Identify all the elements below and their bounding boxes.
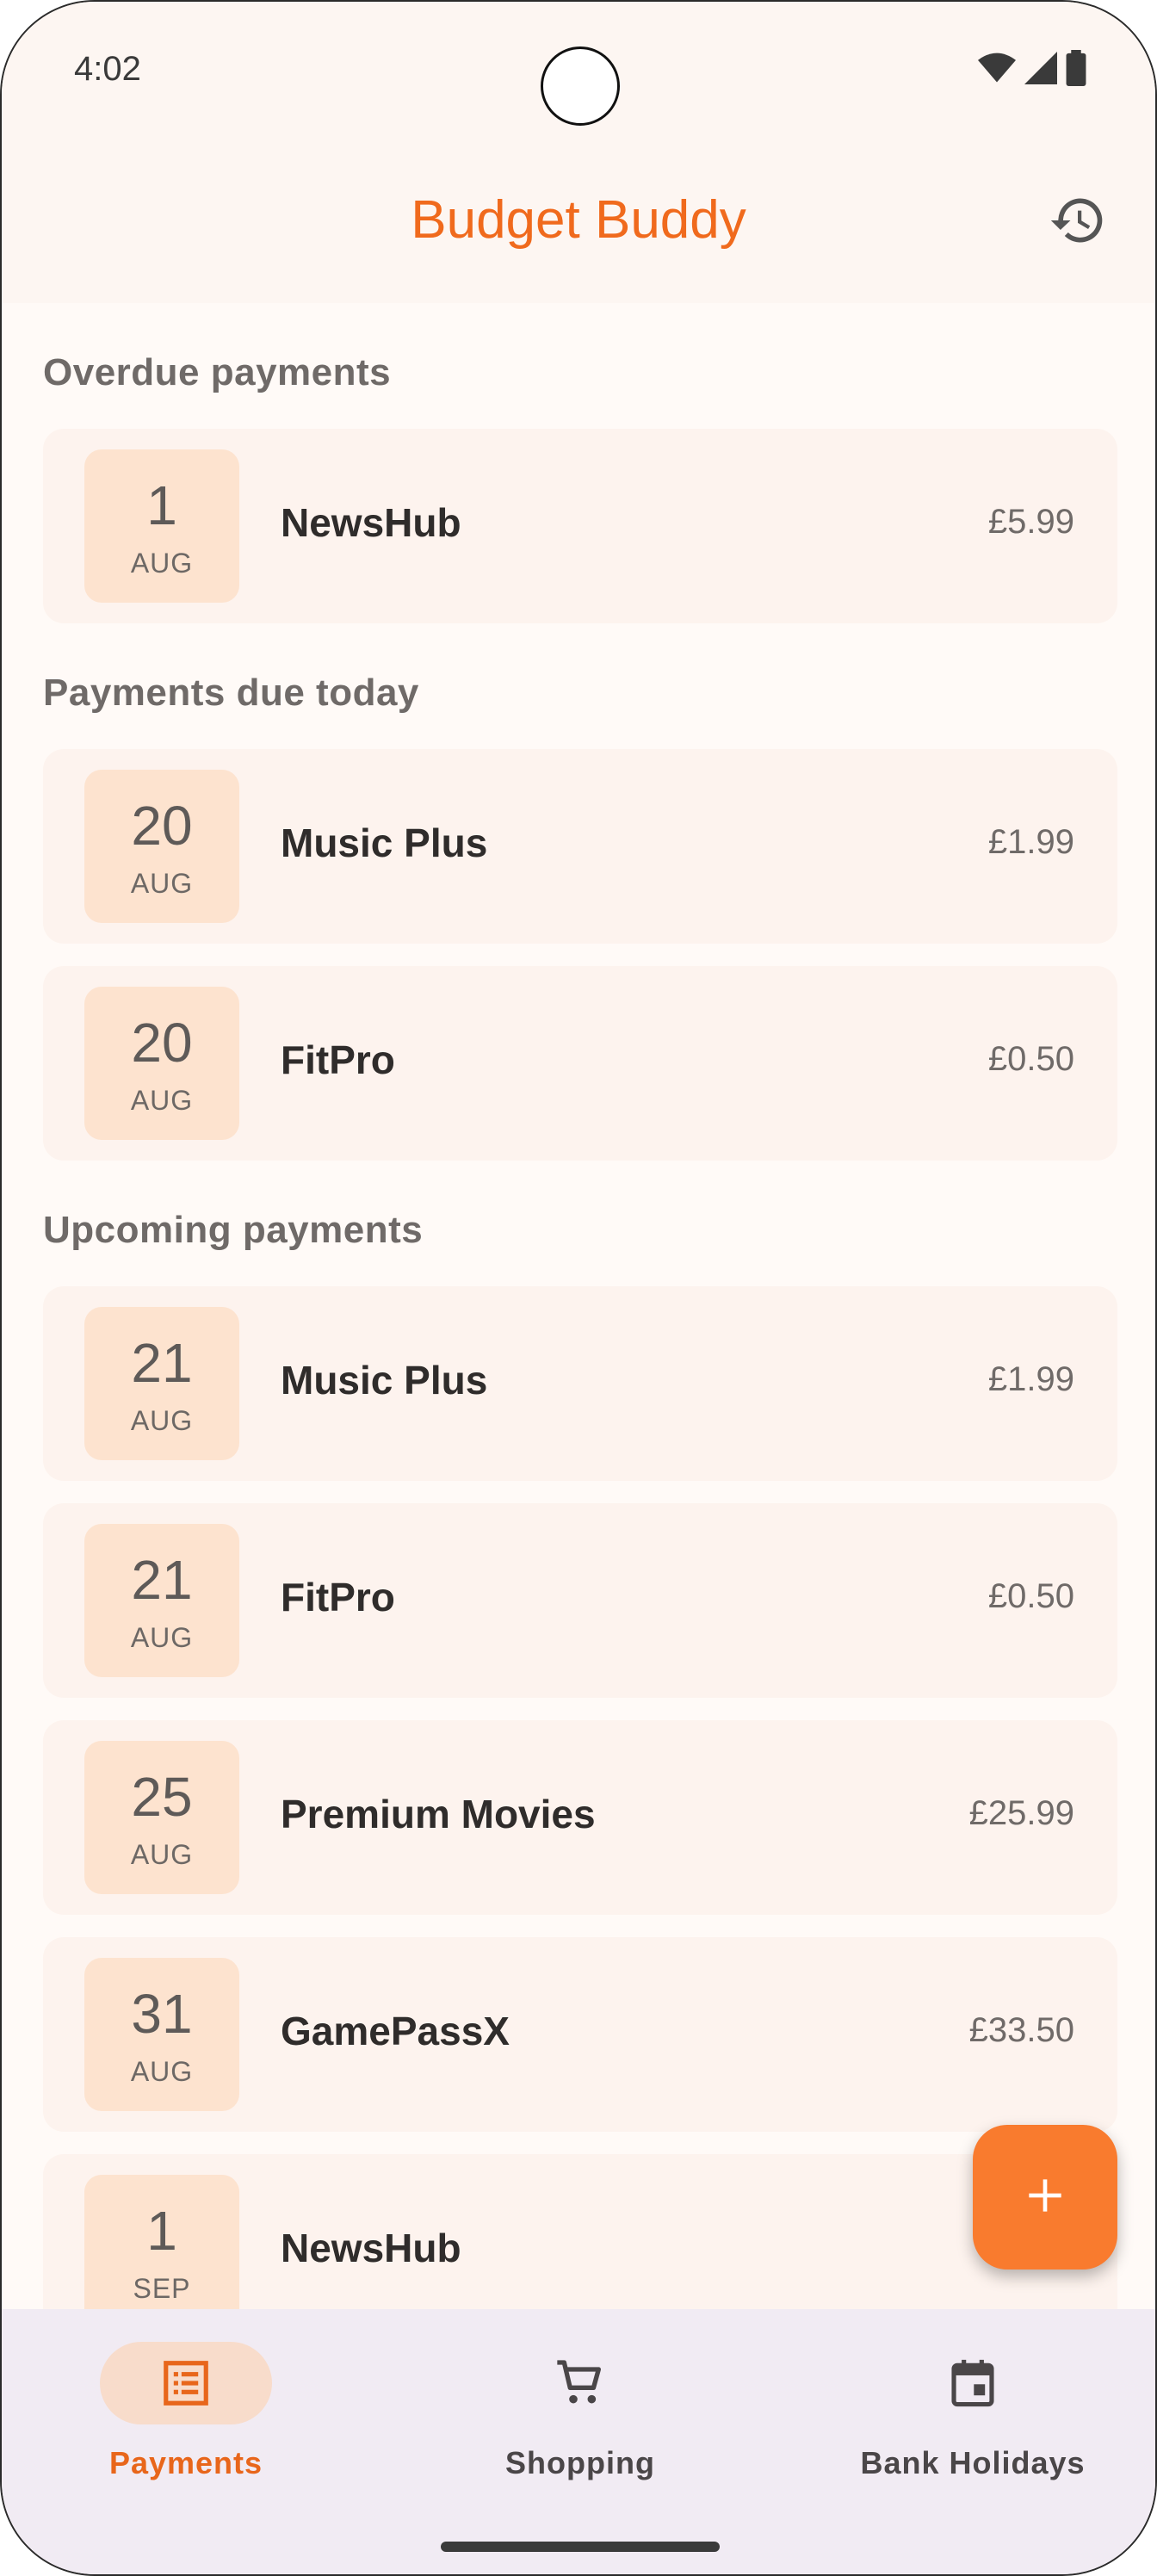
date-month: AUG: [130, 1622, 194, 1653]
nav-item-payments[interactable]: Payments: [14, 2342, 358, 2514]
payment-amount: £0.50: [987, 1040, 1074, 1078]
payment-name: Music Plus: [281, 820, 488, 865]
payment-card[interactable]: 31 AUG GamePassX £33.50: [43, 1937, 1117, 2132]
date-badge: 1 SEP: [84, 2175, 239, 2309]
nav-item-shopping[interactable]: Shopping: [408, 2342, 752, 2514]
status-bar: 4:02: [2, 2, 1155, 131]
date-month: AUG: [130, 548, 194, 579]
payment-card[interactable]: 21 AUG FitPro £0.50: [43, 1503, 1117, 1698]
date-month: SEP: [133, 2273, 191, 2304]
date-badge: 21 AUG: [84, 1524, 239, 1677]
nav-item-bank-holidays[interactable]: Bank Holidays: [801, 2342, 1145, 2514]
date-day: 1: [146, 474, 177, 536]
date-month: AUG: [130, 1085, 194, 1116]
date-day: 21: [131, 1332, 193, 1394]
cell-signal-icon: [1024, 52, 1057, 84]
date-badge: 31 AUG: [84, 1958, 239, 2111]
phone-screen: 4:02 Budget Buddy Overdue payments 1 AUG…: [0, 0, 1157, 2576]
date-month: AUG: [130, 1839, 194, 1870]
section-title-upcoming: Upcoming payments: [43, 1209, 424, 1251]
date-month: AUG: [130, 2056, 194, 2087]
payment-card[interactable]: 1 SEP NewsHub: [43, 2154, 1117, 2309]
date-day: 20: [131, 795, 193, 857]
battery-icon: [1066, 50, 1086, 86]
nav-label-shopping: Shopping: [505, 2445, 655, 2480]
payment-card[interactable]: 21 AUG Music Plus £1.99: [43, 1286, 1117, 1481]
payment-name: FitPro: [281, 1037, 395, 1082]
date-badge: 20 AUG: [84, 770, 239, 923]
payment-amount: £1.99: [987, 823, 1074, 861]
payment-amount: £0.50: [987, 1577, 1074, 1615]
payment-name: Premium Movies: [281, 1792, 596, 1836]
date-day: 21: [131, 1549, 193, 1611]
section-title-overdue: Overdue payments: [43, 351, 392, 393]
payment-name: GamePassX: [281, 2009, 510, 2053]
plus-icon: [1021, 2171, 1069, 2224]
nav-label-payments: Payments: [108, 2445, 263, 2480]
payment-amount: £5.99: [987, 503, 1074, 541]
payment-name: Music Plus: [281, 1358, 488, 1403]
date-day: 31: [131, 1983, 193, 2045]
payments-list[interactable]: Overdue payments 1 AUG NewsHub £5.99 Pay…: [2, 303, 1155, 2309]
date-badge: 25 AUG: [84, 1741, 239, 1894]
camera-cutout: [541, 46, 620, 126]
date-badge: 20 AUG: [84, 987, 239, 1140]
payment-amount: £33.50: [968, 2011, 1074, 2049]
date-day: 25: [131, 1766, 193, 1828]
payment-card[interactable]: 1 AUG NewsHub £5.99: [43, 429, 1117, 623]
date-day: 20: [131, 1012, 193, 1074]
add-payment-button[interactable]: [973, 2125, 1117, 2269]
calendar-event-icon: [938, 2349, 1007, 2418]
date-badge: 21 AUG: [84, 1307, 239, 1460]
date-badge: 1 AUG: [84, 449, 239, 603]
payment-card[interactable]: 20 AUG Music Plus £1.99: [43, 749, 1117, 944]
shopping-cart-icon: [546, 2349, 615, 2418]
date-day: 1: [146, 2200, 177, 2262]
status-icons: [978, 50, 1086, 86]
wifi-icon: [978, 52, 1016, 84]
bottom-navigation: Payments Shopping Bank Holidays: [2, 2309, 1155, 2574]
payment-amount: £25.99: [968, 1794, 1074, 1832]
status-time: 4:02: [74, 50, 141, 88]
payment-card[interactable]: 20 AUG FitPro £0.50: [43, 966, 1117, 1161]
list-alt-icon: [152, 2349, 220, 2418]
history-button[interactable]: [1043, 188, 1112, 257]
home-indicator[interactable]: [441, 2542, 720, 2552]
date-month: AUG: [130, 1405, 194, 1436]
payment-name: FitPro: [281, 1575, 395, 1619]
nav-label-bank-holidays: Bank Holidays: [860, 2445, 1086, 2480]
date-month: AUG: [130, 868, 194, 899]
payment-name: NewsHub: [281, 2226, 461, 2270]
history-icon: [1049, 191, 1107, 254]
app-bar: Budget Buddy: [2, 131, 1155, 303]
section-title-due-today: Payments due today: [43, 672, 419, 714]
app-title: Budget Buddy: [411, 190, 746, 250]
payment-amount: £1.99: [987, 1360, 1074, 1398]
payment-name: NewsHub: [281, 500, 461, 545]
payment-card[interactable]: 25 AUG Premium Movies £25.99: [43, 1720, 1117, 1915]
